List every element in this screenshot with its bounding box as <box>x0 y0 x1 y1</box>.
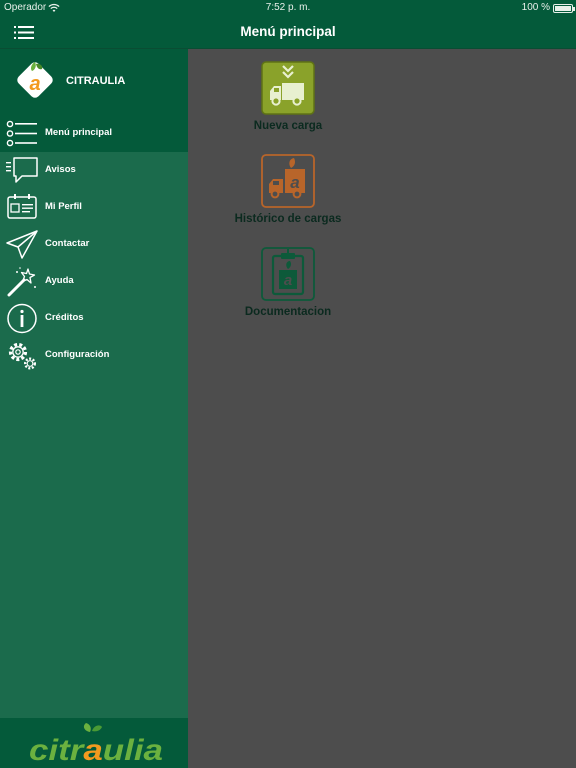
sidebar-item-contactar[interactable]: Contactar <box>0 226 188 263</box>
svg-text:citraulia: citr aulia <box>29 734 163 766</box>
tile-documentacion[interactable]: a Documentacion <box>188 247 388 327</box>
svg-text:a: a <box>284 272 292 289</box>
main-content: Nueva carga a Histórico de cargas a Docu… <box>188 49 576 768</box>
sidebar-header: a CITRAULIA <box>0 49 188 115</box>
sidebar-item-label: Créditos <box>45 312 84 323</box>
svg-text:a: a <box>29 73 40 95</box>
battery-percentage: 100 % <box>521 2 550 13</box>
clipboard-icon: a <box>261 247 315 301</box>
paper-plane-icon <box>6 230 38 259</box>
status-time: 7:52 p. m. <box>265 2 311 13</box>
magic-wand-icon <box>7 267 36 297</box>
sidebar-item-ayuda[interactable]: Ayuda <box>0 263 188 300</box>
speech-bubble-icon <box>6 157 38 183</box>
sidebar-item-label: Ayuda <box>45 275 74 286</box>
tile-label: Documentacion <box>244 306 332 318</box>
page-title: Menú principal <box>240 24 336 39</box>
sidebar-item-menu-principal[interactable]: Menú principal <box>0 115 188 152</box>
tile-label: Nueva carga <box>253 120 323 132</box>
side-menu: a CITRAULIA Menú principal Avisos Mi Per… <box>0 49 188 768</box>
sidebar-item-label: Contactar <box>45 238 90 249</box>
tile-label: Histórico de cargas <box>234 213 342 225</box>
sidebar-item-label: Mi Perfil <box>45 201 82 212</box>
citraulia-logo: a <box>17 62 53 98</box>
sidebar-item-avisos[interactable]: Avisos <box>0 152 188 189</box>
info-icon <box>7 303 37 334</box>
sidebar-footer: citr aulia <box>0 718 188 768</box>
sidebar-item-configuracion[interactable]: Configuración <box>0 337 188 374</box>
sidebar-item-label: Menú principal <box>45 127 113 138</box>
citraulia-wordmark-logo: citr aulia <box>29 723 163 766</box>
id-card-icon <box>7 194 37 219</box>
sidebar-item-mi-perfil[interactable]: Mi Perfil <box>0 189 188 226</box>
truck-history-icon: a <box>261 154 315 208</box>
brand-name: CITRAULIA <box>66 75 126 87</box>
navigation-bar: Menú principal <box>0 17 576 49</box>
tile-nueva-carga[interactable]: Nueva carga <box>188 61 388 141</box>
battery-icon <box>553 4 575 13</box>
battery-level <box>555 6 571 11</box>
status-bar: Operador 7:52 p. m. 100 % <box>0 0 576 17</box>
sidebar-item-label: Configuración <box>45 349 110 360</box>
sidebar-item-label: Avisos <box>45 164 76 175</box>
svg-text:a: a <box>290 173 299 192</box>
gears-icon <box>8 342 37 370</box>
list-icon <box>6 120 37 147</box>
sidebar-item-creditos[interactable]: Créditos <box>0 300 188 337</box>
tile-historico-de-cargas[interactable]: a Histórico de cargas <box>188 154 388 234</box>
truck-download-icon <box>261 61 315 115</box>
